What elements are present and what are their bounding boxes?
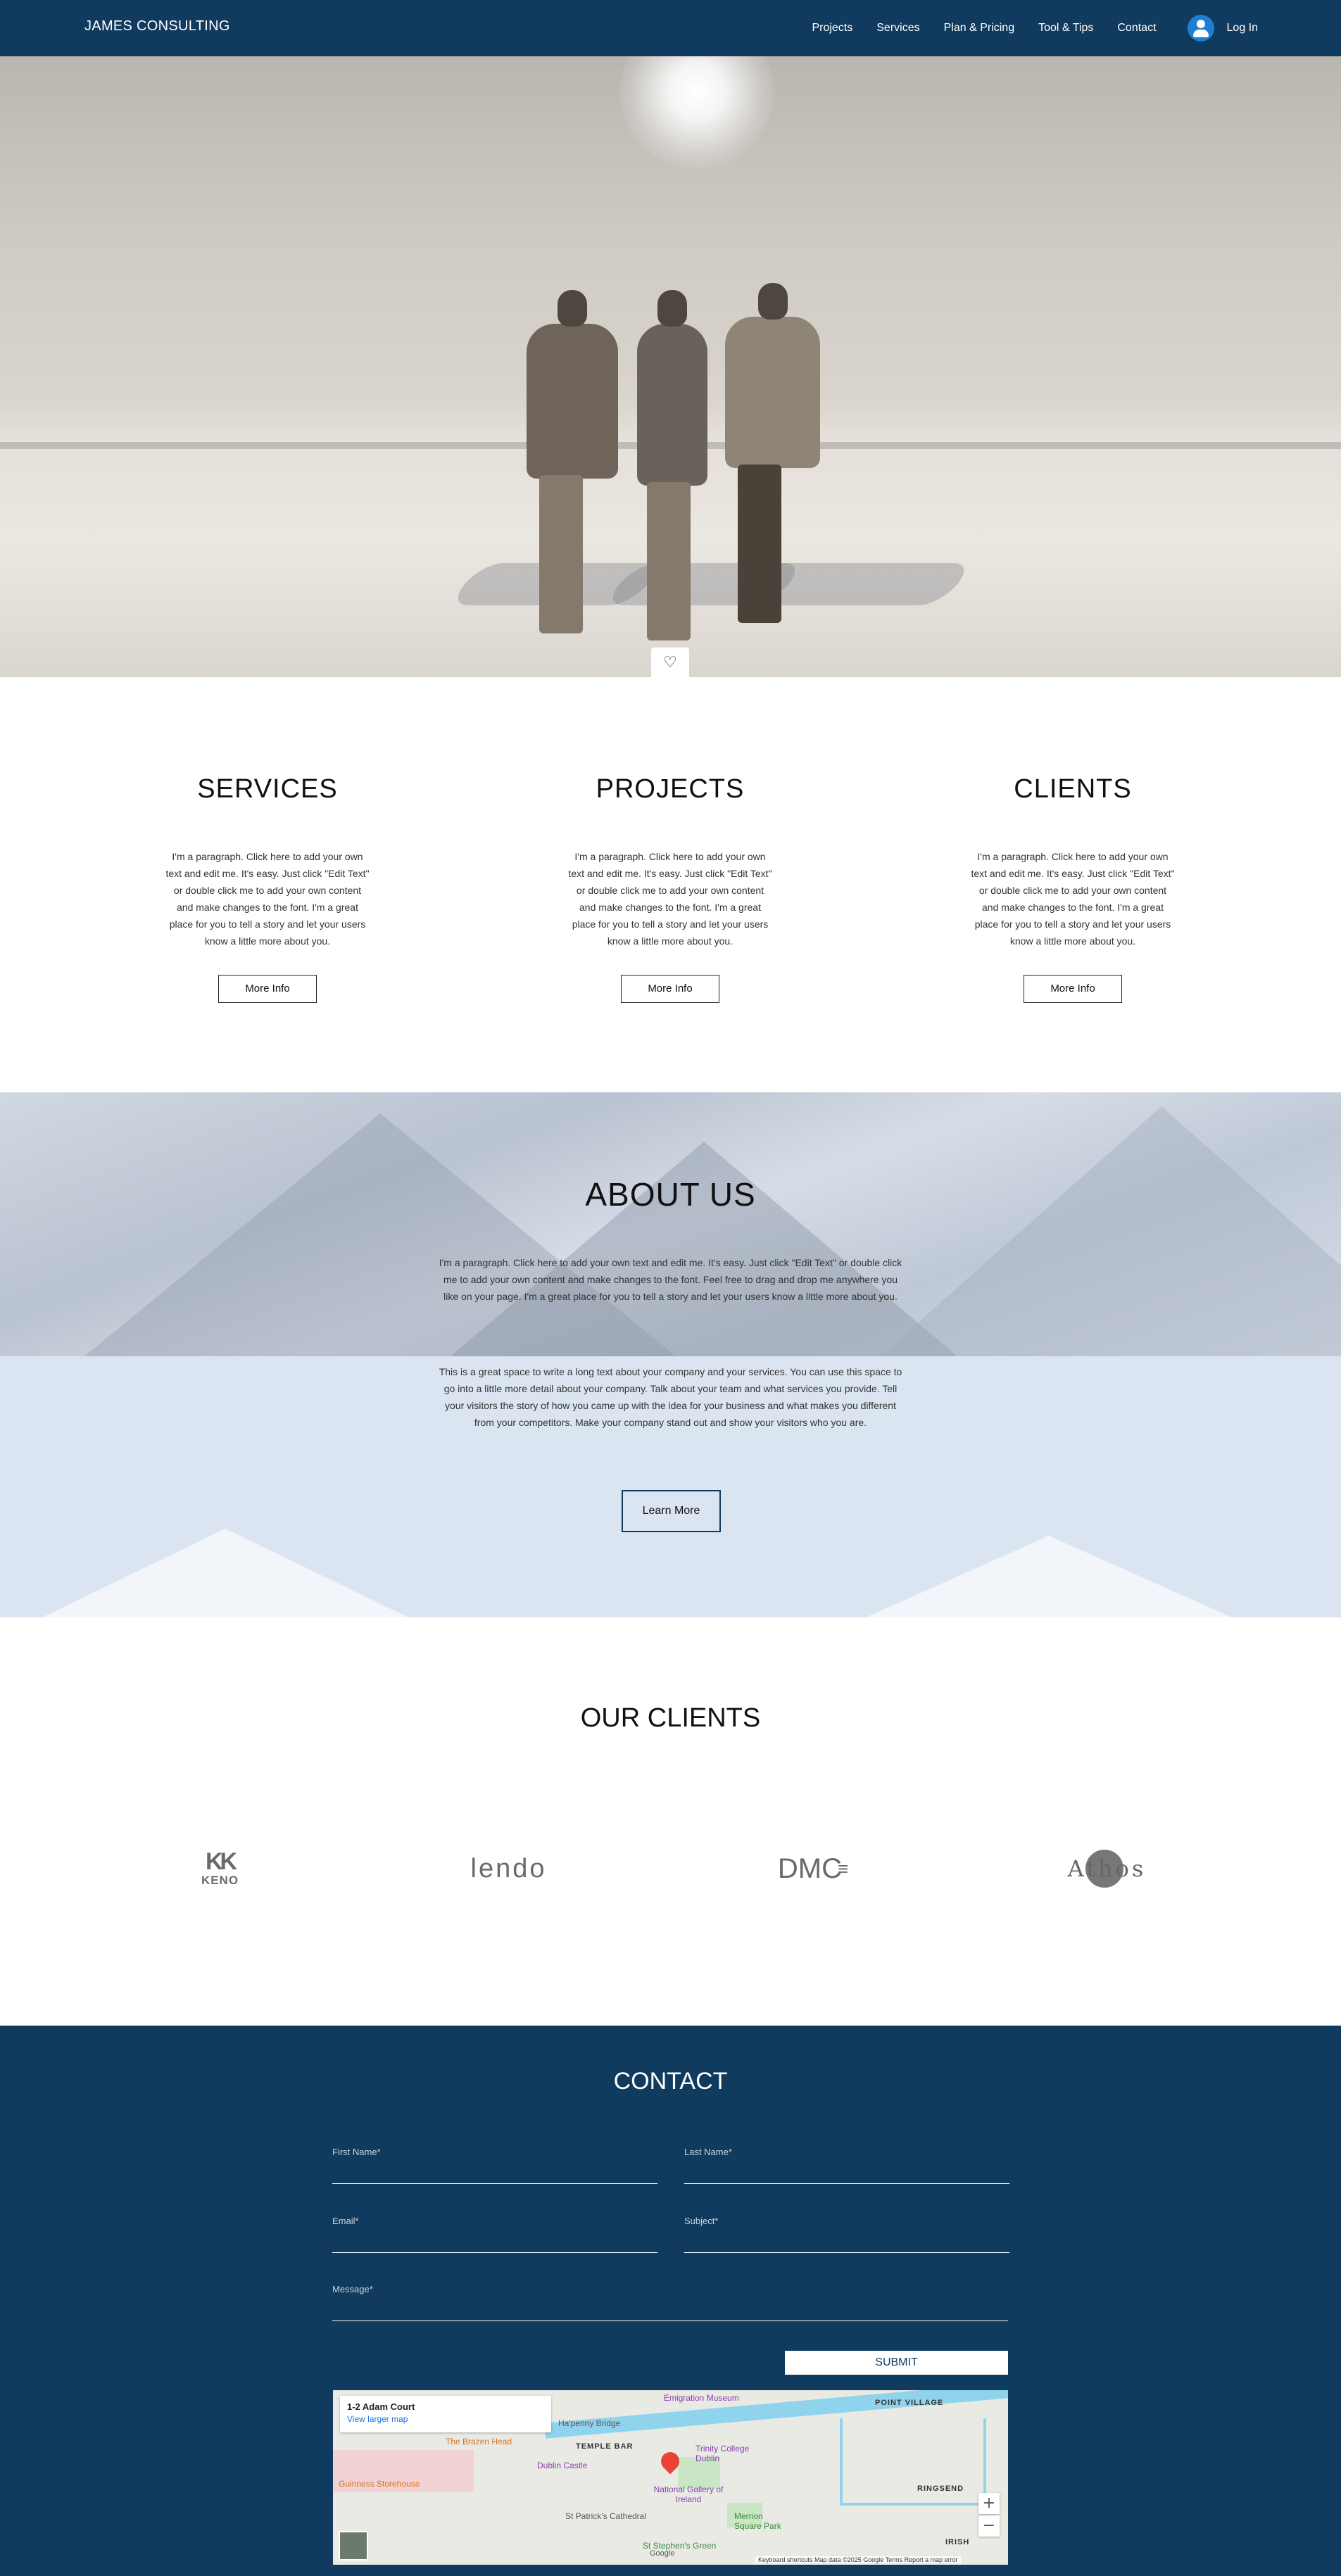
map-zoom-in-button[interactable]: + — [978, 2493, 1000, 2514]
map-footer: Keyboard shortcuts Map data ©2025 Google… — [755, 2556, 961, 2563]
map-label: IRISH — [945, 2538, 970, 2546]
about-paragraph-1: I'm a paragraph. Click here to add your … — [439, 1257, 902, 1302]
services-text: I'm a paragraph. Click here to add your … — [165, 851, 370, 947]
map-embed[interactable]: 1-2 Adam Court View larger map Emigratio… — [333, 2390, 1008, 2565]
projects-column: PROJECTS I'm a paragraph. Click here to … — [536, 774, 804, 1003]
site-header: JAMES CONSULTING Projects Services Plan … — [0, 0, 1341, 56]
map-label: Merrion Square Park — [734, 2511, 781, 2531]
main-nav: Projects Services Plan & Pricing Tool & … — [812, 0, 1341, 56]
map-google-logo: Google — [650, 2549, 675, 2558]
hero-person — [637, 290, 707, 640]
nav-item-projects[interactable]: Projects — [812, 22, 852, 34]
map-label: RINGSEND — [917, 2485, 964, 2493]
learn-more-button[interactable]: Learn More — [622, 1490, 721, 1532]
map-view-larger-link[interactable]: View larger map — [347, 2414, 408, 2424]
first-name-field[interactable]: First Name* — [332, 2147, 657, 2184]
login-button[interactable]: Log In — [1187, 15, 1258, 42]
services-more-info-button[interactable]: More Info — [218, 975, 317, 1003]
nav-item-plan-pricing[interactable]: Plan & Pricing — [944, 22, 1015, 34]
login-label: Log In — [1226, 22, 1258, 34]
nav-item-contact[interactable]: Contact — [1117, 22, 1156, 34]
map-label: Trinity College Dublin — [695, 2444, 750, 2463]
map-label: POINT VILLAGE — [875, 2399, 944, 2407]
about-title: ABOUT US — [585, 1176, 756, 1213]
client-logo-dmc: DMC ≡ — [777, 1852, 849, 1884]
heart-icon[interactable]: ♡ — [651, 648, 689, 677]
last-name-field[interactable]: Last Name* — [684, 2147, 1009, 2184]
services-title: SERVICES — [197, 774, 338, 804]
hero-person — [527, 290, 618, 633]
site-brand[interactable]: JAMES CONSULTING — [84, 18, 230, 34]
map-address: 1-2 Adam Court — [347, 2401, 415, 2412]
about-mountain-background — [0, 1092, 1341, 1356]
email-label: Email* — [332, 2216, 359, 2226]
hero-sun — [619, 56, 774, 169]
map-label: The Brazen Head — [446, 2437, 512, 2446]
hero-image: ♡ — [0, 56, 1341, 677]
subject-label: Subject* — [684, 2216, 719, 2226]
client-logo-athos: Athos — [1063, 1848, 1151, 1890]
submit-button[interactable]: SUBMIT — [785, 2351, 1008, 2375]
about-paragraph-2: This is a great space to write a long te… — [439, 1366, 902, 1428]
map-label: Ha'penny Bridge — [558, 2418, 621, 2428]
contact-title: CONTACT — [613, 2068, 728, 2095]
map-label: Dublin Castle — [537, 2461, 588, 2470]
clients-title: CLIENTS — [1014, 774, 1132, 804]
projects-more-info-button[interactable]: More Info — [621, 975, 719, 1003]
map-address-card: 1-2 Adam Court View larger map — [340, 2396, 551, 2432]
nav-item-tool-tips[interactable]: Tool & Tips — [1038, 22, 1093, 34]
subject-field[interactable]: Subject* — [684, 2216, 1009, 2253]
map-label: Emigration Museum — [664, 2393, 739, 2403]
map-dock — [840, 2418, 986, 2506]
map-label: St Patrick's Cathedral — [565, 2511, 647, 2521]
user-avatar-icon — [1187, 15, 1214, 42]
last-name-label: Last Name* — [684, 2147, 732, 2157]
email-field[interactable]: Email* — [332, 2216, 657, 2253]
message-label: Message* — [332, 2284, 373, 2294]
map-label: National Gallery of Ireland — [653, 2485, 724, 2504]
services-column: SERVICES I'm a paragraph. Click here to … — [134, 774, 401, 1003]
clients-section-title: OUR CLIENTS — [580, 1703, 761, 1733]
projects-text: I'm a paragraph. Click here to add your … — [568, 851, 772, 947]
message-field[interactable]: Message* — [332, 2284, 1008, 2321]
first-name-label: First Name* — [332, 2147, 381, 2157]
about-section: ABOUT US I'm a paragraph. Click here to … — [0, 1092, 1341, 1617]
client-logo-keno: KK KENO — [201, 1848, 239, 1887]
hero-person — [725, 283, 820, 623]
clients-text: I'm a paragraph. Click here to add your … — [971, 851, 1175, 947]
client-logo-lendo: lendo — [470, 1853, 547, 1883]
clients-column: CLIENTS I'm a paragraph. Click here to a… — [939, 774, 1207, 1003]
map-label: Guinness Storehouse — [339, 2479, 420, 2489]
nav-item-services[interactable]: Services — [876, 22, 919, 34]
projects-title: PROJECTS — [596, 774, 745, 804]
map-zoom-out-button[interactable]: − — [978, 2515, 1000, 2537]
contact-section: CONTACT First Name* Last Name* Email* Su… — [0, 2026, 1341, 2576]
clients-more-info-button[interactable]: More Info — [1024, 975, 1122, 1003]
map-satellite-toggle[interactable] — [339, 2531, 368, 2561]
map-label: TEMPLE BAR — [576, 2442, 634, 2451]
